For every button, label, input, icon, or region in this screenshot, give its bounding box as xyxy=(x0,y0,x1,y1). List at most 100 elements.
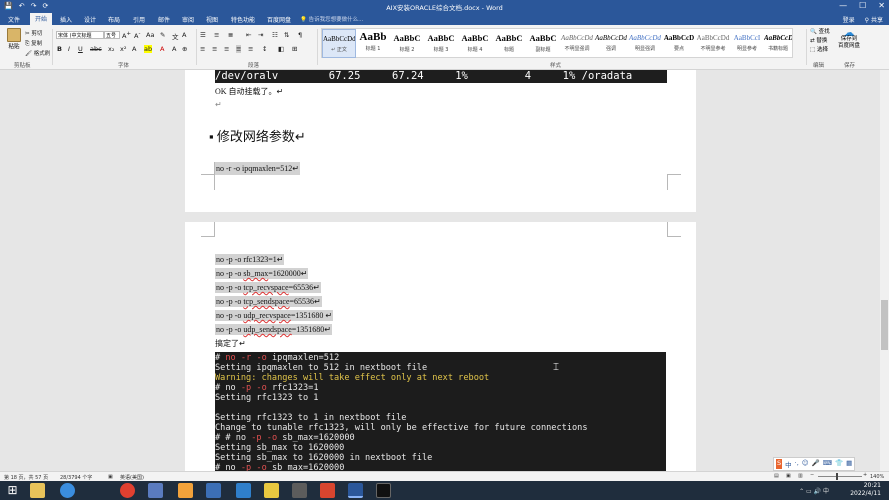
word-icon[interactable] xyxy=(348,483,363,498)
ime-lang-icon[interactable]: 中 xyxy=(785,459,792,469)
style-heading-4[interactable]: AaBbC 标题 4 xyxy=(458,29,492,58)
italic-icon[interactable]: I xyxy=(68,45,70,53)
style-title[interactable]: AaBbC 标题 xyxy=(492,29,526,58)
bold-icon[interactable]: B xyxy=(57,45,62,53)
shrink-font-icon[interactable]: A- xyxy=(134,31,140,40)
star-app-icon[interactable] xyxy=(264,483,279,498)
tab-features[interactable]: 特色功能 xyxy=(231,15,255,24)
tab-home[interactable]: 开始 xyxy=(30,13,53,25)
style-normal[interactable]: AaBbCcDd ↵ 正文 xyxy=(322,29,356,58)
phonetic-icon[interactable]: 文 xyxy=(172,31,179,41)
mic-icon[interactable]: 🎤 xyxy=(812,459,820,469)
sort-icon[interactable]: ⇅ xyxy=(284,31,289,39)
style-heading-3[interactable]: AaBbC 标题 3 xyxy=(424,29,458,58)
minimize-button[interactable]: — xyxy=(839,1,847,10)
font-size-select[interactable]: 五号 xyxy=(104,31,120,39)
justify-icon[interactable]: ≡ xyxy=(236,45,242,53)
text-effects-icon[interactable]: A xyxy=(132,45,136,53)
decrease-indent-icon[interactable]: ⇤ xyxy=(246,31,251,39)
share-link[interactable]: ⚲ 共享 xyxy=(865,15,883,24)
copy-button[interactable]: ⎘ 复制 xyxy=(25,39,42,48)
edge-icon[interactable] xyxy=(60,483,75,498)
ime-toolbar[interactable]: S 中 ·, ☺ 🎤 ⌨ 👕 ▦ xyxy=(773,457,856,471)
style-heading-2[interactable]: AaBbC 标题 2 xyxy=(390,29,424,58)
multilevel-list-icon[interactable]: ≣ xyxy=(228,31,233,39)
skin-icon[interactable]: 👕 xyxy=(835,459,843,469)
zoom-out-button[interactable]: − xyxy=(810,472,814,478)
style-intense-reference[interactable]: AaBbCcI 明显参考 xyxy=(730,29,764,58)
tell-me-search[interactable]: 💡 告诉我您想要做什么... xyxy=(300,15,363,23)
numbering-icon[interactable]: ≡ xyxy=(214,31,219,39)
search-app-icon[interactable] xyxy=(178,483,193,498)
change-case-icon[interactable]: Aa xyxy=(146,31,154,39)
font-color-icon[interactable]: A xyxy=(160,45,164,53)
distribute-icon[interactable]: ≡ xyxy=(248,45,253,53)
file-explorer-icon[interactable] xyxy=(30,483,45,498)
underline-icon[interactable]: U xyxy=(78,45,83,53)
keyboard-icon[interactable]: ⌨ xyxy=(823,459,832,469)
strikethrough-icon[interactable]: abc xyxy=(90,45,102,53)
clock[interactable]: 20:21 2022/4/11 xyxy=(850,482,881,498)
bullets-icon[interactable]: ☰ xyxy=(200,31,206,39)
style-emphasis[interactable]: AaBbCcDd 强调 xyxy=(594,29,628,58)
system-tray[interactable]: ⌃ ▭ 🔊 中 xyxy=(799,486,829,495)
zoom-slider-thumb[interactable] xyxy=(836,473,838,480)
proofing-icon[interactable]: ▣ xyxy=(108,474,113,480)
increase-indent-icon[interactable]: ⇥ xyxy=(258,31,263,39)
style-heading-1[interactable]: AaBb 标题 1 xyxy=(356,29,390,58)
app-icon[interactable] xyxy=(148,483,163,498)
superscript-icon[interactable]: x² xyxy=(120,45,126,53)
print-layout-icon[interactable]: ▣ xyxy=(786,473,791,479)
zoom-slider[interactable] xyxy=(818,476,862,477)
terminal-icon[interactable] xyxy=(376,483,391,498)
start-icon[interactable]: ⊞ xyxy=(5,483,20,498)
grow-font-icon[interactable]: A+ xyxy=(122,31,131,40)
language[interactable]: 英语(美国) xyxy=(120,474,144,481)
emoji-icon[interactable]: ☺ xyxy=(802,459,809,469)
style-intense-emphasis[interactable]: AaBbCcDd 明显强调 xyxy=(628,29,662,58)
borders-icon[interactable]: ⊞ xyxy=(292,45,297,53)
transfer-app-icon[interactable] xyxy=(236,483,251,498)
align-right-icon[interactable]: ≡ xyxy=(224,45,229,53)
punct-icon[interactable]: ·, xyxy=(795,459,799,469)
shading-icon[interactable]: ◧ xyxy=(278,45,284,53)
vertical-scrollbar[interactable] xyxy=(880,70,889,471)
close-button[interactable]: ✕ xyxy=(878,1,885,10)
style-subtle-emphasis[interactable]: AaBbCcDd 不明显强调 xyxy=(560,29,594,58)
enclose-char-icon[interactable]: ⊕ xyxy=(182,45,187,53)
red-app-icon[interactable] xyxy=(320,483,335,498)
save-to-baidu-button[interactable]: ☁ 保存到 百度网盘 xyxy=(838,27,860,50)
style-subtle-reference[interactable]: AaBbCcDd 不明显参考 xyxy=(696,29,730,58)
font-name-select[interactable]: 宋体 (中文标题 xyxy=(56,31,104,39)
zoom-level[interactable]: 140% xyxy=(870,474,884,480)
style-subtitle[interactable]: AaBbC 副标题 xyxy=(526,29,560,58)
tab-review[interactable]: 审阅 xyxy=(182,15,194,24)
tab-mailings[interactable]: 邮件 xyxy=(158,15,170,24)
tab-insert[interactable]: 插入 xyxy=(60,15,72,24)
paste-button[interactable]: 粘贴 xyxy=(5,28,23,56)
format-painter-button[interactable]: 🖌 格式刷 xyxy=(25,49,50,57)
char-border-icon[interactable]: A xyxy=(182,31,186,39)
cut-button[interactable]: ✂ 剪切 xyxy=(25,29,42,37)
subscript-icon[interactable]: x₂ xyxy=(108,45,114,53)
login-link[interactable]: 登录 xyxy=(843,15,855,24)
chinese-layout-icon[interactable]: ☷ xyxy=(272,31,278,39)
tab-layout[interactable]: 布局 xyxy=(108,15,120,24)
tools-icon[interactable]: ▦ xyxy=(846,459,852,469)
show-marks-icon[interactable]: ¶ xyxy=(298,31,302,39)
maximize-button[interactable]: ☐ xyxy=(859,1,866,10)
align-left-icon[interactable]: ≡ xyxy=(200,45,205,53)
line-spacing-icon[interactable]: ↕ xyxy=(262,45,267,53)
select-button[interactable]: ⬚ 选择 xyxy=(810,46,830,55)
style-book-title[interactable]: AaBbCcD 书籍标题 xyxy=(764,29,792,58)
read-mode-icon[interactable]: ▤ xyxy=(774,473,779,479)
sogou-icon[interactable]: S xyxy=(776,459,783,469)
find-button[interactable]: 🔍 查找 xyxy=(810,28,830,37)
chrome-icon[interactable] xyxy=(120,483,135,498)
document-area[interactable]: /dev/oralv 67.25 67.24 1% 4 1% /oradata … xyxy=(0,70,880,471)
align-center-icon[interactable]: ≡ xyxy=(212,45,217,53)
page[interactable]: no -p -o rfc1323=1↵ no -p -o sb_max=1620… xyxy=(185,222,696,471)
word-count[interactable]: 28/3794 个字 xyxy=(60,474,92,481)
tab-design[interactable]: 设计 xyxy=(84,15,96,24)
replace-button[interactable]: ⇄ 替换 xyxy=(810,37,830,46)
